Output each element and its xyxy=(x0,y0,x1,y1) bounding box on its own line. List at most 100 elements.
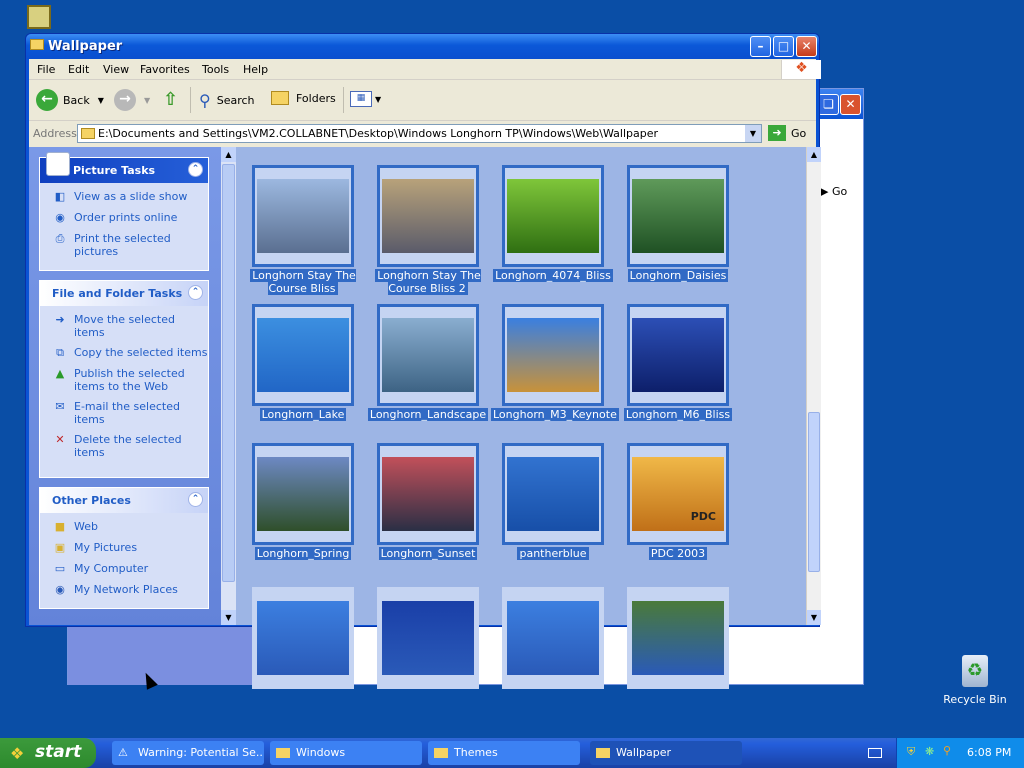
thumbnail-partial[interactable] xyxy=(627,587,729,689)
menu-view[interactable]: View xyxy=(103,63,129,76)
place-web[interactable]: ■ Web xyxy=(40,520,208,534)
task-email[interactable]: ✉ E-mail the selected items xyxy=(40,400,208,426)
forward-dropdown-icon[interactable]: ▼ xyxy=(144,96,150,105)
task-print[interactable]: ⎙ Print the selected pictures xyxy=(40,232,208,258)
thumbnail-caption: Longhorn_4074_Bliss xyxy=(491,269,615,282)
task-move[interactable]: ➜ Move the selected items xyxy=(40,313,208,339)
scroll-up-arrow-icon[interactable]: ▲ xyxy=(221,147,236,162)
menu-edit[interactable]: Edit xyxy=(68,63,89,76)
file-view-scrollbar[interactable]: ▲ ▼ xyxy=(806,147,821,625)
place-my-computer[interactable]: ▭ My Computer xyxy=(40,562,208,576)
scroll-down-arrow-icon[interactable]: ▼ xyxy=(807,610,821,625)
thumbnail[interactable] xyxy=(502,304,604,406)
thumbnail-partial[interactable] xyxy=(252,587,354,689)
collapse-chevron-icon[interactable]: ⌃ xyxy=(188,162,203,177)
start-button[interactable]: ❖ start xyxy=(0,738,96,768)
place-my-pictures[interactable]: ▣ My Pictures xyxy=(40,541,208,555)
taskbar-button-warning[interactable]: ⚠ Warning: Potential Se... xyxy=(112,741,264,765)
thumbnail-caption: Longhorn Stay The Course Bliss 2 xyxy=(366,269,490,295)
taskbar-button-windows[interactable]: Windows xyxy=(270,741,422,765)
menu-tools[interactable]: Tools xyxy=(202,63,229,76)
maximize-button[interactable]: □ xyxy=(773,36,794,57)
file-name: pantherblue xyxy=(517,547,589,560)
thumbnail[interactable] xyxy=(252,443,354,545)
bg-restore-button[interactable]: ❏ xyxy=(818,94,839,115)
security-shield-icon[interactable]: ⛨ xyxy=(907,745,915,759)
back-dropdown-icon[interactable]: ▼ xyxy=(98,96,104,105)
address-dropdown-icon[interactable]: ▼ xyxy=(745,125,761,142)
scroll-thumb[interactable] xyxy=(808,412,820,572)
picture-tasks-icon xyxy=(46,152,70,176)
address-field[interactable]: E:\Documents and Settings\VM2.COLLABNET\… xyxy=(77,124,762,143)
file-name: Longhorn_Spring xyxy=(254,547,352,560)
thumbnail[interactable] xyxy=(627,165,729,267)
taskbar-button-themes[interactable]: Themes xyxy=(428,741,580,765)
menu-help[interactable]: Help xyxy=(243,63,268,76)
bg-go-button[interactable]: ▶ Go xyxy=(820,185,847,198)
warning-icon: ⚠ xyxy=(118,746,128,759)
task-publish[interactable]: ▲ Publish the selected items to the Web xyxy=(40,367,208,393)
thumbnail-partial[interactable] xyxy=(377,587,479,689)
file-folder-tasks-panel: File and Folder Tasks ⌃ ➜ Move the select… xyxy=(39,280,209,478)
explorer-window[interactable]: Wallpaper – □ ✕ File Edit View Favorites… xyxy=(25,33,821,689)
recycle-bin[interactable]: ♻ Recycle Bin xyxy=(940,655,1010,706)
menu-favorites[interactable]: Favorites xyxy=(140,63,190,76)
thumbnail[interactable] xyxy=(252,304,354,406)
search-tray-icon[interactable]: ⚲ xyxy=(943,744,951,757)
thumbnail[interactable]: PDC xyxy=(627,443,729,545)
task-delete[interactable]: ✕ Delete the selected items xyxy=(40,433,208,459)
thumbnail-partial[interactable] xyxy=(502,587,604,689)
collapse-chevron-icon[interactable]: ⌃ xyxy=(188,285,203,300)
thumbnail[interactable] xyxy=(377,304,479,406)
network-tray-icon[interactable]: ❋ xyxy=(925,745,934,758)
thumbnail[interactable] xyxy=(252,165,354,267)
windows-flag-icon: ❖ xyxy=(10,744,25,763)
thumbnail-image xyxy=(257,601,349,675)
thumbnail[interactable] xyxy=(377,165,479,267)
file-folder-tasks-header[interactable]: File and Folder Tasks ⌃ xyxy=(40,281,208,306)
system-tray: ⛨ ❋ ⚲ 6:08 PM xyxy=(896,738,1024,768)
thumbnail[interactable] xyxy=(502,443,604,545)
go-button[interactable]: ➜ Go xyxy=(768,125,806,141)
place-network[interactable]: ◉ My Network Places xyxy=(40,583,208,597)
thumbnail[interactable] xyxy=(502,165,604,267)
file-name: Longhorn_Sunset xyxy=(378,547,478,560)
thumbnail-image xyxy=(507,457,599,531)
close-button[interactable]: ✕ xyxy=(796,36,817,57)
thumbnail-image xyxy=(382,601,474,675)
picture-tasks-header[interactable]: Picture Tasks ⌃ xyxy=(40,152,208,183)
scroll-down-arrow-icon[interactable]: ▼ xyxy=(221,610,236,625)
menu-bar: File Edit View Favorites Tools Help ❖ xyxy=(29,59,821,80)
scroll-thumb[interactable] xyxy=(222,164,235,582)
back-button[interactable]: ← Back ▼ xyxy=(36,89,104,111)
taskbar-button-wallpaper[interactable]: Wallpaper xyxy=(590,741,742,765)
other-places-header[interactable]: Other Places ⌃ xyxy=(40,488,208,513)
copy-icon: ⧉ xyxy=(56,346,64,359)
views-button[interactable]: ▦ ▼ xyxy=(350,91,381,107)
thumbnail-caption: pantherblue xyxy=(491,547,615,560)
up-folder-button[interactable]: ⇧ xyxy=(163,89,178,110)
minimize-button[interactable]: – xyxy=(750,36,771,57)
forward-button[interactable]: → ▼ xyxy=(114,89,150,111)
file-view[interactable]: ▲ ▼ Longhorn Stay The Course Bliss Longho… xyxy=(236,147,821,689)
task-slideshow[interactable]: ◧ View as a slide show xyxy=(40,190,208,204)
thumbnail-caption: PDC 2003 xyxy=(616,547,740,560)
menu-file[interactable]: File xyxy=(37,63,55,76)
bg-close-button[interactable]: ✕ xyxy=(840,94,861,115)
folders-button[interactable]: Folders xyxy=(271,91,336,105)
window-title: Wallpaper xyxy=(48,39,123,54)
collapse-chevron-icon[interactable]: ⌃ xyxy=(188,492,203,507)
task-pane-scrollbar[interactable]: ▲ ▼ xyxy=(221,147,236,625)
task-order-prints[interactable]: ◉ Order prints online xyxy=(40,211,208,225)
desktop-shortcut-icon[interactable] xyxy=(27,5,51,29)
file-name: Longhorn Stay The Course Bliss 2 xyxy=(375,269,481,295)
folder-icon xyxy=(30,39,44,50)
toolbar-separator-2 xyxy=(343,87,344,113)
thumbnail[interactable] xyxy=(377,443,479,545)
thumbnail[interactable] xyxy=(627,304,729,406)
keyboard-icon[interactable] xyxy=(868,748,882,758)
task-copy[interactable]: ⧉ Copy the selected items xyxy=(40,346,208,360)
search-button[interactable]: ⚲ Search xyxy=(199,91,255,110)
scroll-up-arrow-icon[interactable]: ▲ xyxy=(807,147,821,162)
title-bar[interactable]: Wallpaper – □ ✕ xyxy=(26,34,819,59)
